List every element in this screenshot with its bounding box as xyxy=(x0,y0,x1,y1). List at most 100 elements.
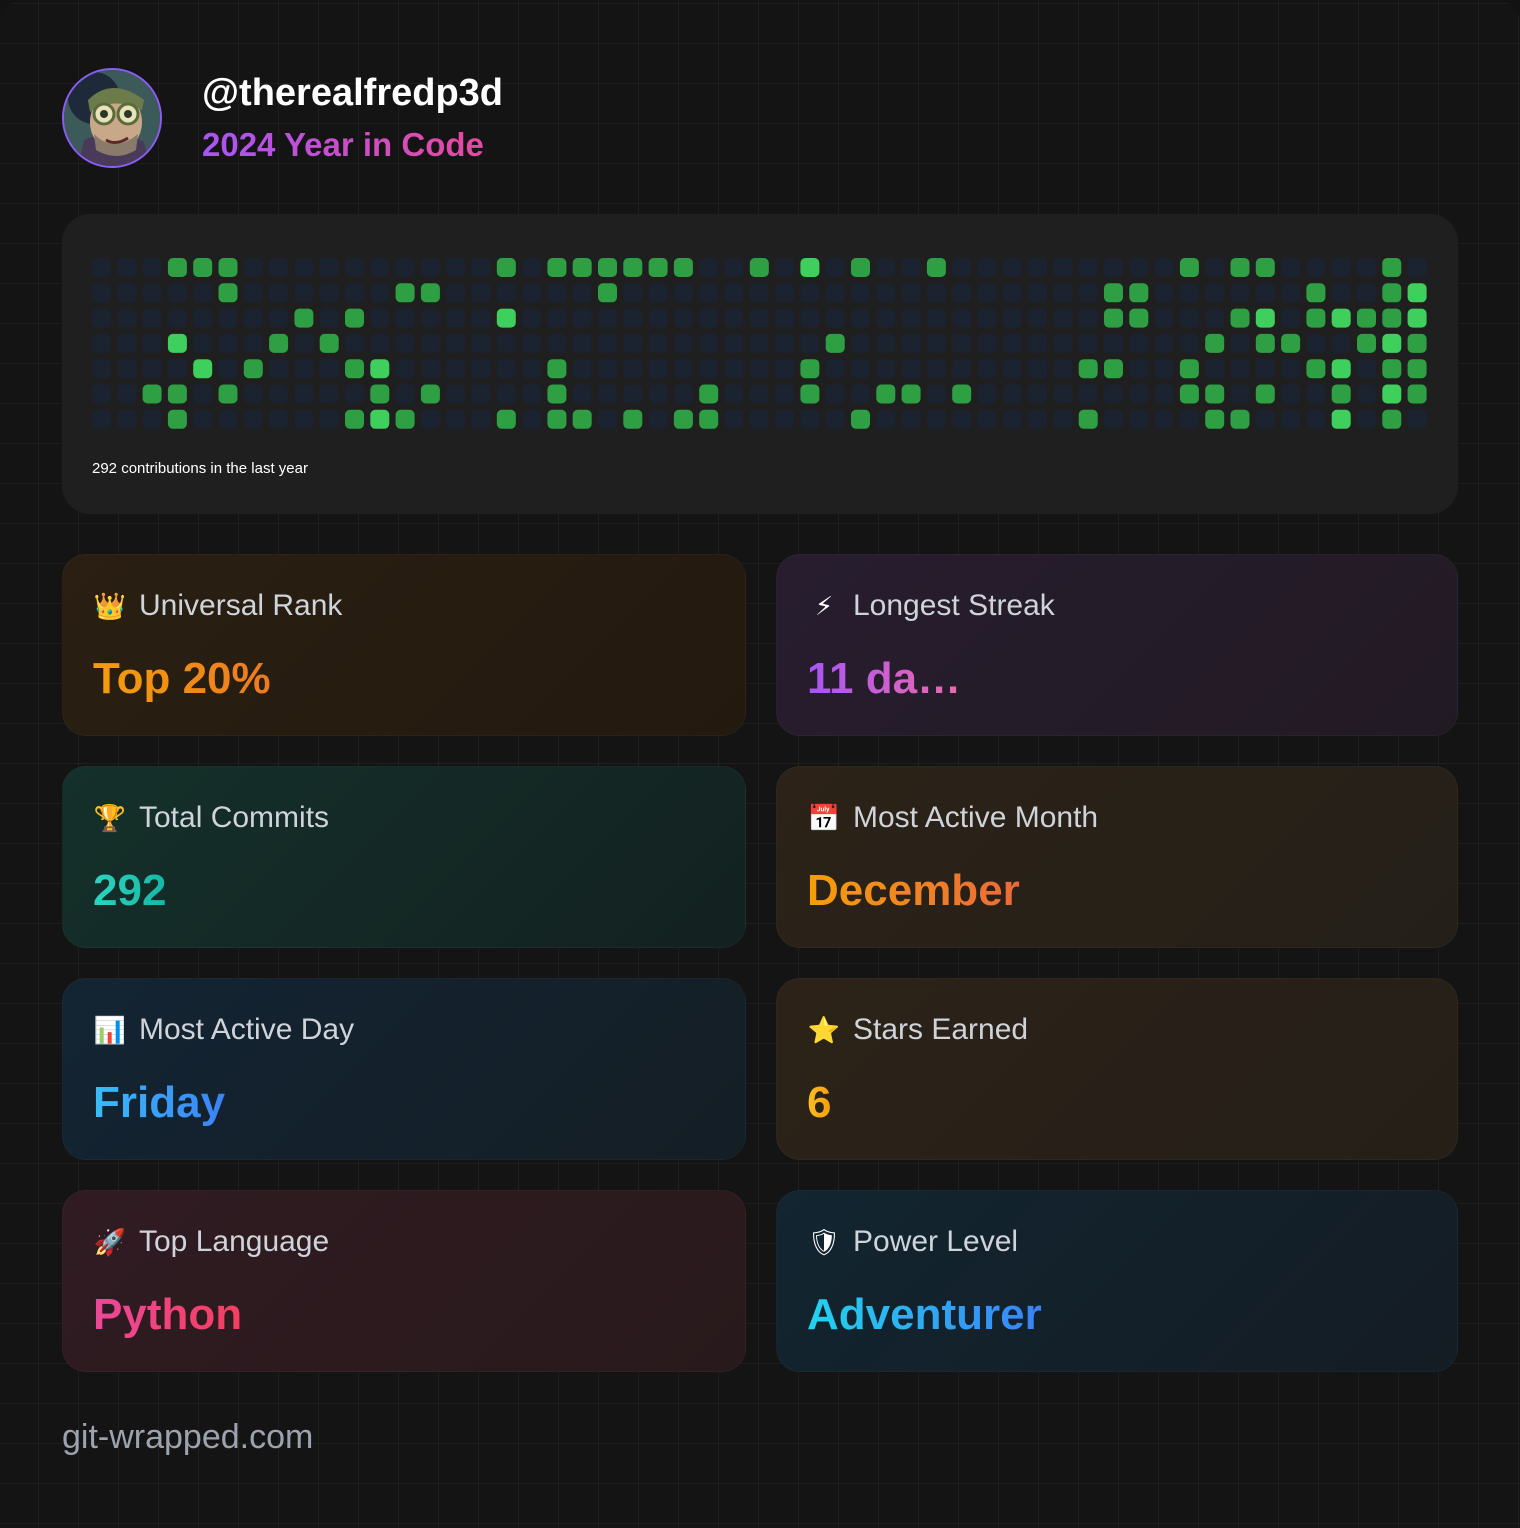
contribution-cell xyxy=(1407,308,1427,328)
contribution-cell xyxy=(92,308,111,328)
contribution-cell xyxy=(673,333,693,353)
contribution-cell xyxy=(1179,409,1199,429)
contribution-cell xyxy=(851,409,870,429)
contribution-cell xyxy=(547,333,567,353)
contribution-cell xyxy=(1230,359,1250,379)
contribution-cell xyxy=(851,258,870,277)
contribution-cell xyxy=(901,409,921,429)
contribution-cell xyxy=(699,409,719,429)
contribution-cell xyxy=(471,308,491,328)
contribution-cell xyxy=(243,384,263,404)
contribution-cell xyxy=(775,258,795,277)
contribution-cell xyxy=(345,283,364,303)
contribution-cell xyxy=(876,359,896,379)
contribution-cell xyxy=(1281,283,1301,303)
contribution-cell xyxy=(92,283,111,303)
contribution-cell xyxy=(92,384,111,404)
contribution-cell xyxy=(749,333,769,353)
page-subtitle: 2024 Year in Code xyxy=(202,123,503,167)
contribution-cell xyxy=(648,409,668,429)
contribution-cell xyxy=(496,258,516,277)
contribution-cell xyxy=(1357,384,1376,404)
contribution-cell xyxy=(1053,283,1073,303)
contribution-cell xyxy=(1306,283,1326,303)
contribution-cell xyxy=(395,308,415,328)
contribution-cell xyxy=(1078,359,1098,379)
contribution-cell xyxy=(724,333,744,353)
contribution-cell xyxy=(623,384,643,404)
contribution-cell xyxy=(598,308,617,328)
contribution-cell xyxy=(1331,283,1351,303)
contribution-cell xyxy=(800,384,820,404)
contribution-cell xyxy=(1255,258,1275,277)
contribution-cell xyxy=(1230,333,1250,353)
lightning-icon: ⚡ xyxy=(814,590,834,621)
contribution-cell xyxy=(1306,333,1326,353)
contribution-cell xyxy=(1028,258,1048,277)
contribution-cell xyxy=(775,308,795,328)
contribution-cell xyxy=(673,258,693,277)
contribution-cell xyxy=(117,359,137,379)
contribution-cell xyxy=(699,333,719,353)
contribution-cell xyxy=(598,409,617,429)
contribution-cell xyxy=(547,359,567,379)
contribution-cell xyxy=(1382,258,1402,277)
contribution-cell xyxy=(1179,333,1199,353)
contribution-cell xyxy=(876,283,896,303)
contribution-cell xyxy=(1002,409,1022,429)
contribution-cell xyxy=(648,258,668,277)
contribution-cell xyxy=(648,359,668,379)
contribution-cell xyxy=(800,308,820,328)
contribution-cell xyxy=(218,283,238,303)
contribution-cell xyxy=(142,308,162,328)
trophy-icon: 🏆 xyxy=(93,802,127,833)
contribution-cell xyxy=(395,258,415,277)
contribution-cell xyxy=(1002,384,1022,404)
contribution-cell xyxy=(825,384,845,404)
contribution-cell xyxy=(825,409,845,429)
contribution-cell xyxy=(977,333,997,353)
contribution-cell xyxy=(1205,384,1225,404)
contribution-cell xyxy=(1002,283,1022,303)
contribution-cell xyxy=(851,283,870,303)
contribution-cell xyxy=(876,308,896,328)
contribution-cell xyxy=(117,333,137,353)
username: @therealfredp3d xyxy=(202,72,504,114)
contribution-cell xyxy=(547,308,567,328)
contribution-cell xyxy=(1281,333,1301,353)
contribution-cell xyxy=(901,308,921,328)
contribution-cell xyxy=(1382,384,1402,404)
contribution-cell xyxy=(294,359,314,379)
contribution-cell xyxy=(167,333,187,353)
contribution-cell xyxy=(775,283,795,303)
contribution-cell xyxy=(926,409,946,429)
contribution-cell xyxy=(1255,384,1275,404)
contribution-cell xyxy=(1028,409,1048,429)
contribution-cell xyxy=(598,384,617,404)
month-label: Most Active Month xyxy=(853,801,1099,834)
contribution-cell xyxy=(876,333,896,353)
contribution-cell xyxy=(1205,333,1225,353)
contribution-cell xyxy=(446,308,466,328)
contribution-cell xyxy=(1205,409,1225,429)
contribution-cell xyxy=(1281,308,1301,328)
commits-label: Total Commits xyxy=(139,801,330,834)
avatar[interactable] xyxy=(62,68,162,168)
contribution-cell xyxy=(1053,258,1073,277)
contribution-cell xyxy=(775,384,795,404)
contribution-cell xyxy=(345,258,364,277)
contribution-cell xyxy=(749,359,769,379)
contribution-cell xyxy=(193,409,213,429)
day-card: 📊 Most Active Day Friday xyxy=(62,978,746,1160)
shield-icon: 🛡 xyxy=(807,1226,841,1257)
contribution-cell xyxy=(218,258,238,277)
footer-link[interactable]: git-wrapped.com xyxy=(62,1418,313,1457)
contribution-cell xyxy=(269,333,289,353)
contribution-cell xyxy=(825,308,845,328)
contribution-cell xyxy=(673,359,693,379)
contribution-cell xyxy=(269,384,289,404)
contribution-cell xyxy=(952,409,972,429)
rocket-icon: 🚀 xyxy=(93,1226,127,1257)
bar-chart-icon: 📊 xyxy=(93,1014,127,1045)
contribution-cell xyxy=(1357,333,1376,353)
